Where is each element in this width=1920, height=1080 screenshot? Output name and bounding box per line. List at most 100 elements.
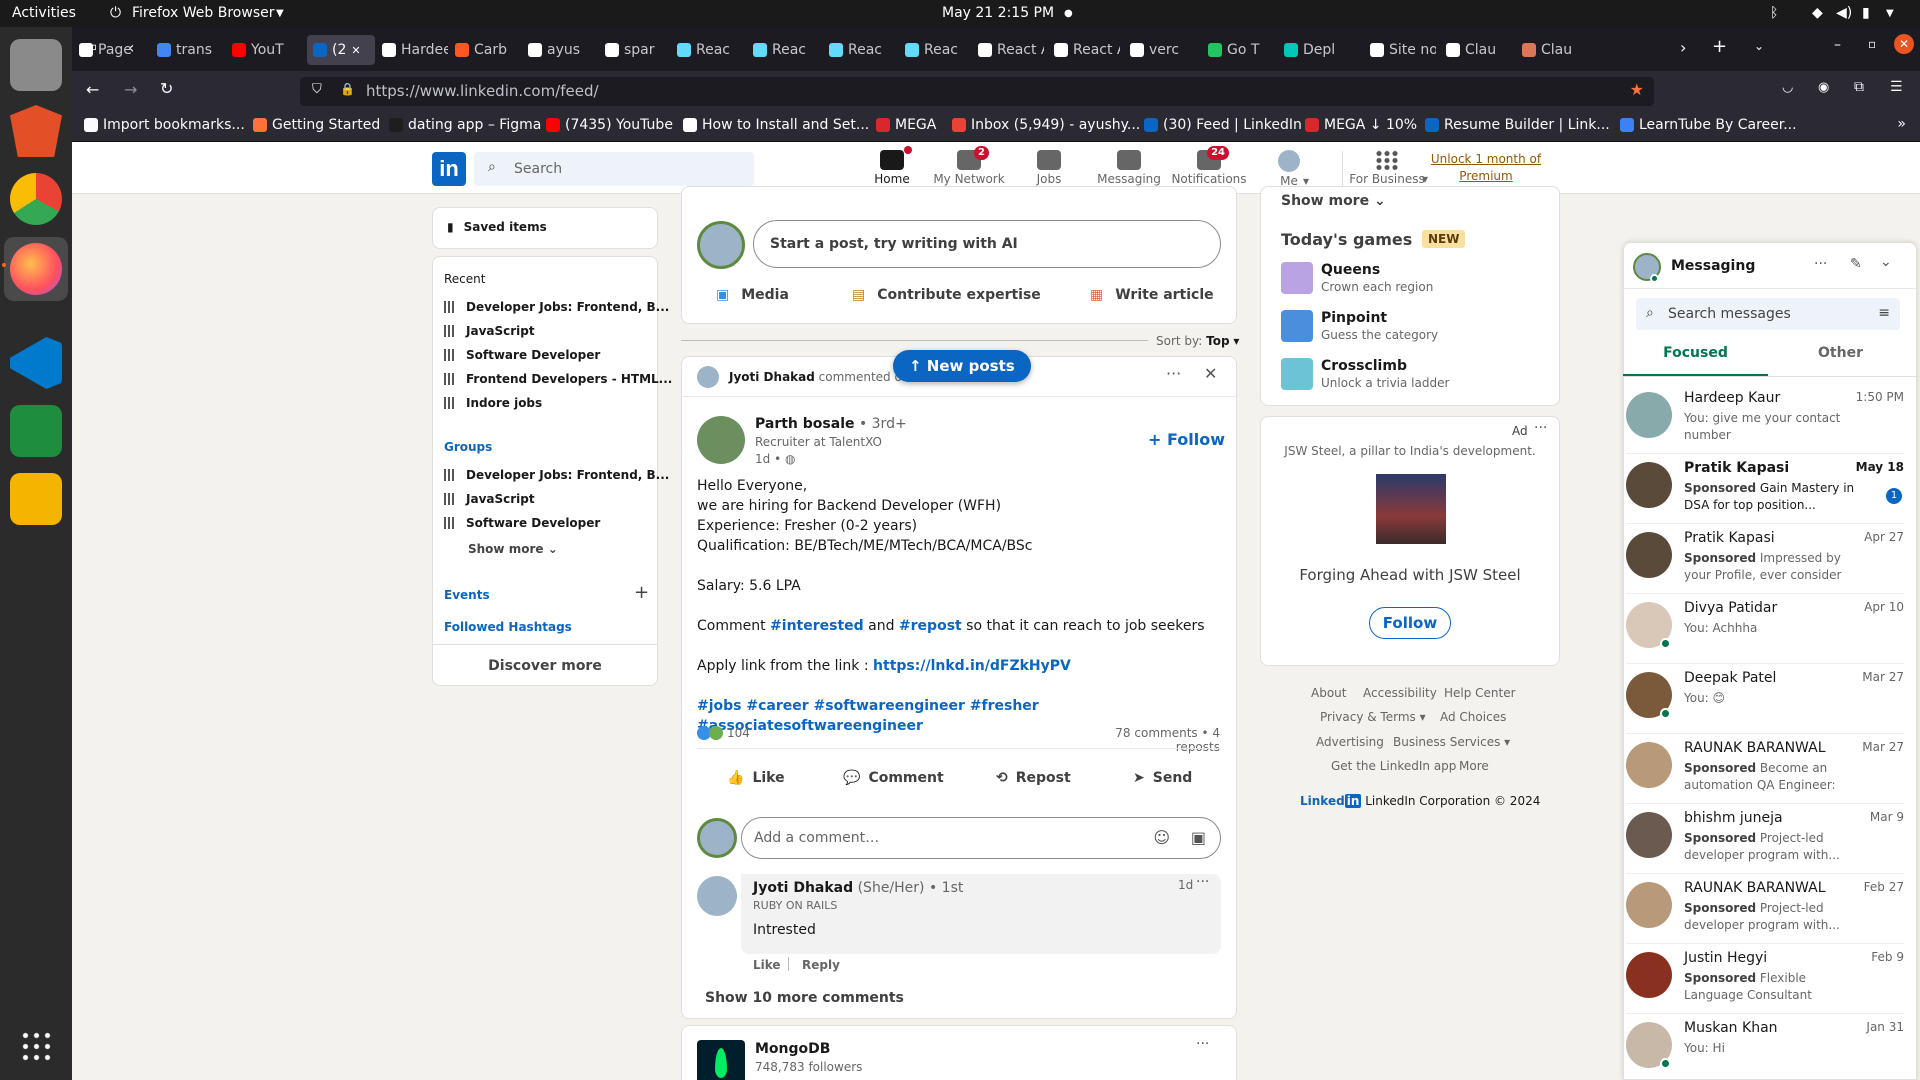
activities-button[interactable]: Activities [12,5,76,21]
vscode-icon[interactable] [10,337,62,389]
reload-icon[interactable]: ↻ [160,79,173,98]
add-event-icon[interactable]: + [634,582,649,603]
browser-tab[interactable]: Clau [1446,35,1512,65]
messaging-menu-icon[interactable]: ··· [1814,256,1827,272]
browser-tab[interactable]: Clau [1522,35,1588,65]
nav-home[interactable]: Home [852,146,932,186]
comment-button[interactable]: 💬 Comment [843,770,944,786]
conversation-item[interactable]: Pratik Kapasi Apr 27 Sponsored Impressed b… [1626,524,1904,594]
left-rail-item[interactable]: Software Developer [444,516,600,530]
browser-tab[interactable]: Hardee [382,35,448,65]
bookmark-item[interactable]: MEGA ↓ 10% [1305,117,1417,133]
browser-tab[interactable]: Reac [753,35,819,65]
context-name[interactable]: Jyoti Dhakad [729,370,815,384]
next-post-menu-icon[interactable]: ··· [1196,1036,1209,1052]
show-more-comments-button[interactable]: Show 10 more comments [705,990,904,1006]
volume-icon[interactable]: ◀) [1836,5,1852,21]
bookmarks-overflow-icon[interactable]: » [1897,116,1906,132]
wifi-icon[interactable]: ◆ [1812,5,1823,21]
conversation-item[interactable]: bhishm juneja Mar 9 Sponsored Project-led … [1626,804,1904,874]
hashtag-interested[interactable]: #interested [770,618,864,634]
show-more-news[interactable]: Show more ⌄ [1281,193,1386,209]
tab-other[interactable]: Other [1768,345,1913,361]
browser-tab[interactable]: YouT [232,35,298,65]
ad-menu-icon[interactable]: ··· [1534,420,1547,436]
followed-hashtags-link[interactable]: Followed Hashtags [444,620,572,634]
conversation-item[interactable]: Hardeep Kaur 1:50 PM You: give me your con… [1626,384,1904,454]
extensions-icon[interactable]: ⧉ [1854,79,1864,95]
new-posts-button[interactable]: ↑ New posts [893,350,1031,382]
hashtag-repost[interactable]: #repost [899,618,962,634]
footer-business-services[interactable]: Business Services ▾ [1393,735,1510,749]
groups-title[interactable]: Groups [444,440,492,454]
footer-advertising[interactable]: Advertising [1316,735,1384,749]
left-rail-item[interactable]: Software Developer [444,348,600,362]
browser-tab[interactable]: Go T [1208,35,1274,65]
send-button[interactable]: ➤ Send [1133,770,1192,786]
browser-tab[interactable]: trans [157,35,223,65]
conversation-item[interactable]: Deepak Patel Mar 27 You: 😊 [1626,664,1904,734]
bookmark-item[interactable]: (7435) YouTube [546,117,673,133]
left-rail-item[interactable]: JavaScript [444,324,535,338]
my-comment-avatar[interactable] [697,818,737,858]
repost-button[interactable]: ⟲ Repost [996,770,1071,786]
battery-icon[interactable]: ▮ [1862,5,1870,21]
bookmark-item[interactable]: MEGA [876,117,936,133]
jsw-ad-image[interactable] [1376,474,1446,544]
image-upload-icon[interactable]: ▣ [1191,828,1206,847]
browser-tab[interactable]: Site not [1370,35,1436,65]
left-rail-item[interactable]: Developer Jobs: Frontend, B... [444,300,669,314]
context-avatar[interactable] [697,366,719,388]
back-icon[interactable]: ← [86,80,99,99]
list-all-tabs-icon[interactable]: ⌄ [1754,39,1764,53]
nav-notifications[interactable]: 24 Notifications [1169,146,1249,186]
new-tab-icon[interactable]: + [1712,36,1727,57]
footer-help-center[interactable]: Help Center [1444,686,1516,700]
bookmark-item[interactable]: How to Install and Set... [683,117,869,133]
like-button[interactable]: 👍 Like [727,770,785,786]
menu-icon[interactable]: ☰ [1890,79,1903,95]
compose-icon[interactable]: ✎ [1850,256,1862,272]
start-post-button[interactable]: Start a post, try writing with AI [753,220,1221,268]
my-avatar[interactable] [697,221,745,269]
mongodb-logo[interactable] [697,1040,745,1080]
browser-tab[interactable]: (2 ✕ [307,35,375,65]
app-grid-icon[interactable] [20,1030,52,1062]
browser-tab[interactable]: React A [1054,35,1120,65]
conversation-item[interactable]: RAUNAK BARANWAL Feb 27 Sponsored Project-l… [1626,874,1904,944]
footer-ad-choices[interactable]: Ad Choices [1440,710,1506,724]
conversation-item[interactable]: Muskan Khan Jan 31 You: Hi [1626,1014,1904,1080]
calculator-icon[interactable] [10,473,62,525]
left-rail-item[interactable]: Frontend Developers - HTML... [444,372,672,386]
linkedin-logo[interactable]: in [432,152,466,186]
nav-my-network[interactable]: 2 My Network [929,146,1009,186]
app-menu[interactable]: Firefox Web Browser [132,5,275,21]
conversation-item[interactable]: Divya Patidar Apr 10 You: Achhha [1626,594,1904,664]
follow-button[interactable]: + Follow [1148,430,1225,449]
footer-more[interactable]: More [1459,759,1489,773]
author-name[interactable]: Parth bosale [755,416,854,432]
footer-accessibility[interactable]: Accessibility [1363,686,1437,700]
bookmark-item[interactable]: LearnTube By Career... [1620,117,1797,133]
browser-tab[interactable]: Depl [1284,35,1350,65]
ad-follow-button[interactable]: Follow [1369,607,1451,639]
discover-more-button[interactable]: Discover more [432,658,658,674]
left-rail-item[interactable]: JavaScript [444,492,535,506]
nav-jobs[interactable]: Jobs [1009,146,1089,186]
system-menu-chevron-icon[interactable]: ▼ [1886,8,1894,19]
tab-focused[interactable]: Focused [1623,345,1768,361]
spreadsheet-icon[interactable] [10,405,62,457]
lock-icon[interactable]: 🔒 [340,82,355,96]
conversation-item[interactable]: Justin Hegyi Feb 9 Sponsored Flexible Lang… [1626,944,1904,1014]
pocket-icon[interactable]: ◡ [1782,80,1793,95]
bookmark-item[interactable]: Getting Started [253,117,380,133]
shield-icon[interactable]: ⛉ [312,82,322,97]
bookmark-star-icon[interactable]: ★ [1630,80,1644,99]
contribute-expertise-button[interactable]: ▤ Contribute expertise [852,287,1041,303]
apply-link[interactable]: https://lnkd.in/dFZkHyPV [873,658,1071,674]
browser-tab[interactable]: Page [79,35,145,65]
browser-tab[interactable]: Carb [455,35,521,65]
comment-menu-icon[interactable]: ··· [1196,874,1209,890]
bookmark-item[interactable]: Inbox (5,949) - ayushy... [952,117,1140,133]
chrome-icon[interactable] [10,173,62,225]
